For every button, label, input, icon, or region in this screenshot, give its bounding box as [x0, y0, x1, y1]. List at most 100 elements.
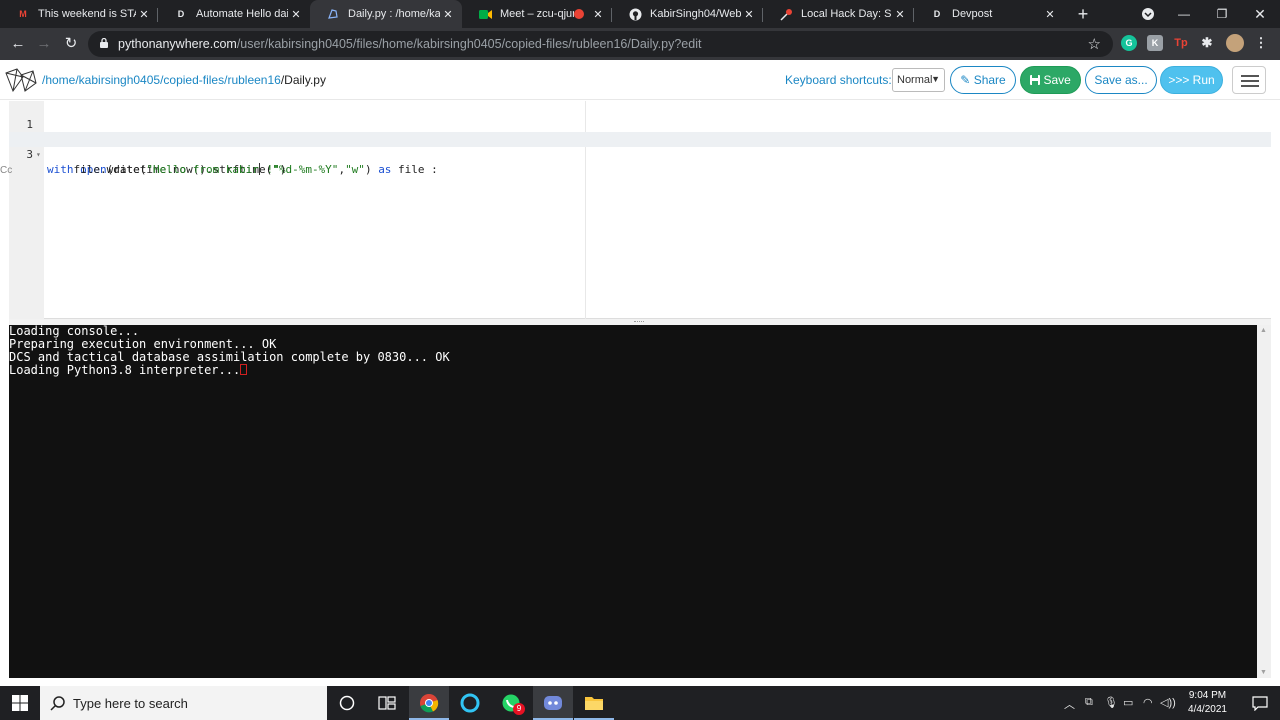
file-explorer-icon[interactable] [574, 686, 614, 720]
tp-extension-icon[interactable]: Tp [1173, 35, 1189, 51]
cortana-icon[interactable] [327, 686, 367, 720]
close-tab-icon[interactable]: ✕ [741, 8, 757, 21]
keyboard-mode-value: Normal [897, 74, 933, 86]
wifi-icon[interactable]: ◠ [1143, 696, 1153, 709]
keyboard-shortcuts-label[interactable]: Keyboard shortcuts: [785, 73, 892, 87]
pythonanywhere-logo-icon[interactable] [3, 65, 39, 95]
close-tab-icon[interactable]: ✕ [892, 8, 908, 21]
puzzle-icon[interactable]: ✱ [1199, 35, 1215, 51]
new-tab-icon[interactable]: + [1073, 4, 1093, 24]
breadcrumb: /home/kabirsingh0405/copied-files/rublee… [42, 73, 326, 87]
code-editor[interactable]: 1 from datetime import datetime 2 ▾ with… [9, 101, 1271, 319]
share-label: Share [973, 73, 1006, 87]
close-tab-icon[interactable]: ✕ [440, 8, 456, 21]
task-view-icon[interactable] [367, 686, 407, 720]
console-scrollbar[interactable]: ▲ ▼ [1257, 325, 1271, 678]
browser-tab[interactable]: D Devpost ✕ [914, 0, 1064, 28]
save-as-button[interactable]: Save as... [1085, 66, 1157, 94]
devpost-icon: D [177, 9, 185, 19]
notification-center-icon[interactable] [1240, 686, 1280, 720]
code-line[interactable]: 2 ▾ with open(datetime.now().strftime("%… [9, 117, 1271, 176]
close-window-icon[interactable]: ✕ [1242, 0, 1278, 28]
scroll-down-icon[interactable]: ▼ [1260, 669, 1267, 676]
tab-title: Devpost [952, 8, 993, 20]
url-text: pythonanywhere.com/user/kabirsingh0405/f… [118, 37, 701, 51]
local-hack-day-icon [779, 7, 793, 21]
browser-tab[interactable]: M This weekend is STACK ✕ [0, 0, 158, 28]
alexa-icon[interactable] [450, 686, 490, 720]
meet-now-icon[interactable]: ⧉ [1085, 696, 1093, 709]
close-tab-icon[interactable]: ✕ [1042, 8, 1058, 21]
save-label: Save [1043, 73, 1071, 87]
keyboard-mode-select[interactable]: Normal ▼ [892, 68, 945, 92]
whatsapp-badge: 9 [513, 703, 525, 715]
windows-taskbar: Type here to search 9 ︿ ⧉ 🎙︎ ▭ ◠ ◁)) 9:0… [0, 686, 1280, 720]
save-as-label: Save as... [1094, 73, 1148, 87]
breadcrumb-copied-files[interactable]: /copied-files [160, 73, 224, 87]
code-line-active[interactable]: 3 file.write("Hello from kabir !") [9, 132, 1271, 176]
windows-start-icon[interactable] [0, 686, 40, 720]
browser-tab[interactable]: KabirSingh04/WebScr ✕ [612, 0, 763, 28]
browser-tab-active[interactable]: Daily.py : /home/kabir ✕ [310, 0, 462, 28]
profile-avatar[interactable] [1226, 34, 1244, 52]
discord-icon[interactable] [533, 686, 573, 720]
close-tab-icon[interactable]: ✕ [288, 8, 304, 21]
run-button[interactable]: >>> Run [1160, 66, 1223, 94]
fold-arrow-icon[interactable]: ▾ [36, 147, 41, 162]
whatsapp-icon[interactable]: 9 [491, 686, 531, 720]
bookmark-star-icon[interactable]: ☆ [1088, 35, 1101, 53]
share-button[interactable]: ✎ Share [950, 66, 1016, 94]
tab-title: Meet – zcu-qjun-s [500, 8, 574, 20]
console-line-text: Loading Python3.8 interpreter... [9, 363, 241, 377]
search-placeholder: Type here to search [73, 696, 188, 711]
browser-tab[interactable]: Local Hack Day: Share ✕ [763, 0, 914, 28]
gmail-icon: M [19, 9, 27, 19]
code-line[interactable]: 1 from datetime import datetime [9, 102, 1271, 146]
chrome-taskbar-icon[interactable] [409, 686, 449, 720]
lock-icon [100, 38, 108, 48]
browser-tab[interactable]: Meet – zcu-qjun-s ✕ [462, 0, 612, 28]
volume-icon[interactable]: ◁)) [1160, 696, 1176, 709]
microphone-icon[interactable]: 🎙︎ [1104, 696, 1118, 709]
breadcrumb-home[interactable]: /home/kabirsingh0405 [42, 73, 160, 87]
close-tab-icon[interactable]: ✕ [590, 8, 606, 21]
recording-icon [574, 9, 584, 19]
tab-title: Automate Hello daily f [196, 8, 288, 20]
floppy-disk-icon [1030, 75, 1041, 85]
battery-icon[interactable]: ▭ [1123, 696, 1133, 709]
code-text: file.write("Hello from kabir !") [47, 163, 287, 176]
grammarly-icon[interactable]: G [1121, 35, 1137, 51]
pythonanywhere-icon [326, 7, 340, 21]
chrome-menu-icon[interactable]: ⋮ [1253, 35, 1269, 51]
restore-window-icon[interactable]: ❐ [1204, 0, 1240, 28]
tab-title: KabirSingh04/WebScr [650, 8, 741, 20]
tab-title: Local Hack Day: Share [801, 8, 892, 20]
taskbar-search-box[interactable]: Type here to search [40, 686, 327, 720]
stray-text: Cc [0, 165, 13, 176]
k-extension-icon[interactable]: K [1147, 35, 1163, 51]
console-cursor [240, 364, 248, 375]
reload-icon[interactable]: ↻ [61, 34, 81, 54]
google-meet-icon [478, 7, 492, 21]
minimize-window-icon[interactable]: — [1166, 0, 1202, 28]
browser-tab[interactable]: D Automate Hello daily f ✕ [158, 0, 310, 28]
clock-time: 9:04 PM [1188, 690, 1227, 701]
chevron-down-icon: ▼ [931, 74, 940, 84]
tab-title: Daily.py : /home/kabir [348, 8, 440, 20]
hamburger-menu-icon[interactable] [1232, 66, 1266, 94]
breadcrumb-current-file: /Daily.py [280, 73, 326, 87]
scroll-up-icon[interactable]: ▲ [1260, 327, 1267, 334]
show-hidden-icons-icon[interactable]: ︿ [1064, 696, 1075, 712]
forward-arrow-icon[interactable]: → [34, 34, 54, 54]
close-tab-icon[interactable]: ✕ [136, 8, 152, 21]
profile-menu-icon[interactable] [1130, 0, 1166, 28]
system-clock[interactable]: 9:04 PM 4/4/2021 [1180, 689, 1235, 717]
console-output[interactable]: Loading console... Preparing execution e… [9, 325, 1257, 678]
console-line-last: Loading Python3.8 interpreter... [9, 364, 1257, 377]
address-bar[interactable]: pythonanywhere.com/user/kabirsingh0405/f… [88, 31, 1113, 57]
breadcrumb-rubleen16[interactable]: /rubleen16 [224, 73, 281, 87]
back-arrow-icon[interactable]: ← [8, 34, 28, 54]
run-label: >>> Run [1168, 73, 1215, 87]
url-host: pythonanywhere.com [118, 37, 237, 51]
save-button[interactable]: Save [1020, 66, 1081, 94]
